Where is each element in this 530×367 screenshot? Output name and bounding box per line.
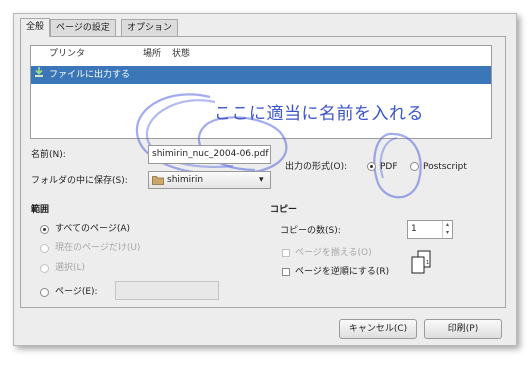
folder-icon	[152, 175, 164, 191]
range-all-label[interactable]: すべてのページ(A)	[55, 222, 130, 236]
collate-checkbox	[282, 249, 290, 257]
reverse-label[interactable]: ページを逆順にする(R)	[295, 265, 389, 279]
annotation-scribble	[135, 93, 422, 199]
range-current-radio	[40, 244, 49, 253]
range-pages-label[interactable]: ページ(E):	[55, 285, 98, 299]
range-selection-radio	[40, 264, 49, 273]
column-location[interactable]: 場所	[143, 46, 161, 63]
copies-title: コピー	[270, 205, 298, 215]
reverse-checkbox[interactable]	[282, 268, 290, 276]
format-label: 出力の形式(O):	[285, 162, 348, 172]
range-all-radio[interactable]	[40, 225, 49, 234]
range-selection-label: 選択(L)	[55, 263, 86, 273]
collate-label: ページを揃える(O)	[295, 248, 372, 258]
filename-input[interactable]: shimirin_nuc_2004-06.pdf	[148, 145, 271, 164]
tab-general[interactable]: 全般	[20, 18, 51, 37]
folder-label: フォルダの中に保存(S):	[31, 176, 128, 186]
column-status[interactable]: 状態	[172, 46, 190, 63]
column-printer[interactable]: プリンタ	[49, 46, 85, 63]
copies-count-label: コピーの数(S):	[280, 226, 341, 236]
cancel-button[interactable]: キャンセル(C)	[339, 319, 417, 339]
tab-page-setup[interactable]: ページの設定	[50, 19, 116, 36]
pdf-radio[interactable]	[367, 162, 376, 171]
collate-preview-icon: 1	[410, 250, 432, 279]
copies-spinner[interactable]: ▴ ▾	[442, 221, 452, 238]
postscript-label[interactable]: Postscript	[423, 160, 467, 174]
range-current-label: 現在のページだけ(U)	[55, 243, 141, 253]
copies-count-value: 1	[411, 224, 417, 234]
folder-value: shimirin	[167, 175, 204, 185]
name-label: 名前(N):	[31, 150, 66, 160]
range-pages-radio[interactable]	[40, 288, 49, 297]
printer-list-header: プリンタ 場所 状態	[31, 46, 491, 63]
print-to-file-icon	[34, 66, 44, 85]
postscript-radio[interactable]	[410, 162, 419, 171]
range-title: 範囲	[31, 205, 50, 215]
svg-text:1: 1	[426, 260, 429, 266]
pages-input[interactable]	[115, 281, 219, 300]
annotation-text: ここに適当に名前を入れる	[214, 104, 424, 124]
copies-count-input[interactable]: 1 ▴ ▾	[407, 220, 453, 239]
pdf-label[interactable]: PDF	[380, 160, 398, 174]
folder-combo[interactable]: shimirin ▾	[148, 171, 271, 189]
print-button[interactable]: 印刷(P)	[424, 319, 502, 339]
chevron-down-icon: ▾	[259, 175, 264, 185]
tab-options[interactable]: オプション	[121, 19, 179, 36]
